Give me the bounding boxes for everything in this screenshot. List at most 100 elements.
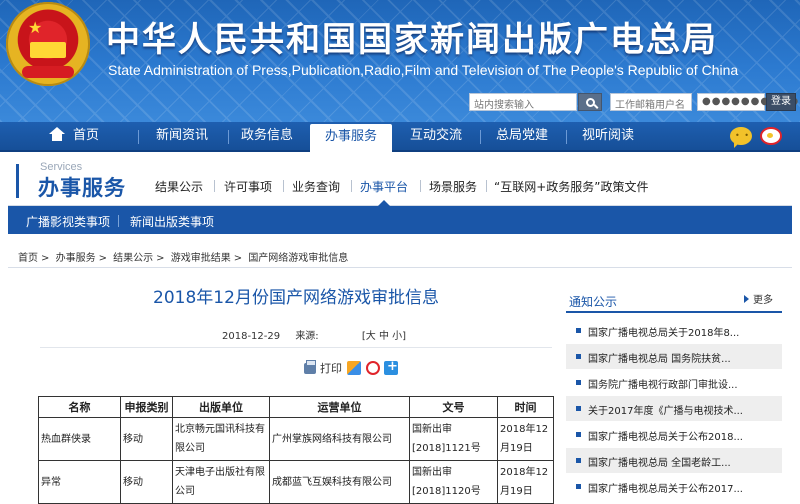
- notice-item[interactable]: 国家广播电视总局 国务院扶贫...: [566, 344, 782, 369]
- share-more-icon[interactable]: [384, 359, 398, 375]
- breadcrumb-services[interactable]: 办事服务: [56, 253, 96, 264]
- print-button[interactable]: 打印: [304, 360, 342, 376]
- search-button[interactable]: [578, 93, 602, 111]
- nav-item-news[interactable]: 新闻资讯: [146, 122, 218, 150]
- table-header-row: 名称 申报类别 出版单位 运营单位 文号 时间: [38, 396, 554, 418]
- site-title-cn: 中华人民共和国国家新闻出版广电总局: [106, 20, 718, 60]
- article-title: 2018年12月份国产网络游戏审批信息: [153, 288, 439, 308]
- username-input[interactable]: 工作邮箱用户名: [610, 93, 692, 111]
- national-emblem-icon: ★: [6, 2, 90, 86]
- sub-divider: [351, 180, 352, 192]
- notice-item-label: 关于2017年度《广播与电视技术...: [588, 406, 743, 417]
- column-header-name: 名称: [38, 396, 121, 418]
- sub-divider: [214, 180, 215, 192]
- nav-item-home[interactable]: 首页: [34, 122, 114, 150]
- article-meta: 2018-12-29 来源: [大 中 小]: [222, 327, 406, 342]
- notice-item[interactable]: 国务院广播电视行政部门审批设...: [566, 370, 782, 395]
- sub-link-scenarios[interactable]: 场景服务: [429, 178, 477, 195]
- nav-item-interaction[interactable]: 互动交流: [400, 122, 472, 150]
- category-press[interactable]: 新闻出版类事项: [130, 213, 214, 230]
- main-nav: 首页 新闻资讯 政务信息 办事服务 互动交流 总局党建 视听阅读: [0, 122, 800, 152]
- emblem-gate: [30, 42, 66, 58]
- cell-date: 2018年12月19日: [497, 460, 554, 504]
- column-header-operator: 运营单位: [269, 396, 410, 418]
- table-row: 异常 移动 天津电子出版社有限公司 成都蓝飞互娱科技有限公司 国新出审[2018…: [38, 460, 554, 504]
- printer-icon: [304, 360, 316, 374]
- meta-divider: [40, 347, 552, 348]
- notice-item[interactable]: 国家广播电视总局关于2018年8...: [566, 318, 782, 343]
- notice-item[interactable]: 关于2017年度《广播与电视技术...: [566, 396, 782, 421]
- category-divider: [118, 215, 119, 227]
- share-weibo-icon[interactable]: [366, 361, 380, 375]
- cell-name: 热血群侠录: [38, 417, 121, 461]
- category-broadcast[interactable]: 广播影视类事项: [26, 213, 110, 230]
- notice-item[interactable]: 国家广播电视总局关于公布2017...: [566, 474, 782, 499]
- notice-item-label: 国家广播电视总局关于2018年8...: [588, 328, 740, 339]
- search-icon: [585, 97, 595, 107]
- table-row: 热血群侠录 移动 北京畅元国讯科技有限公司 广州掌族网络科技有限公司 国新出审[…: [38, 417, 554, 461]
- more-arrow-icon: [744, 295, 749, 303]
- nav-divider: [566, 130, 567, 144]
- cell-name: 异常: [38, 460, 121, 504]
- login-button[interactable]: 登录: [766, 93, 796, 111]
- bullet-icon: [576, 484, 581, 489]
- notice-item[interactable]: 国家广播电视总局 全国老龄工...: [566, 448, 782, 473]
- notice-item-label: 国家广播电视总局关于公布2018...: [588, 432, 743, 443]
- nav-item-media[interactable]: 视听阅读: [572, 122, 644, 150]
- nav-item-government[interactable]: 政务信息: [232, 122, 302, 150]
- breadcrumb-separator: >: [233, 253, 243, 264]
- sub-link-policy-docs[interactable]: “互联网+政务服务”政策文件: [494, 178, 649, 195]
- sub-link-results[interactable]: 结果公示: [155, 178, 203, 195]
- breadcrumb-game-results[interactable]: 游戏审批结果: [171, 253, 231, 264]
- password-input[interactable]: ●●●●●●●●●●: [697, 93, 798, 111]
- services-label-cn: 办事服务: [38, 176, 126, 200]
- sub-link-licenses[interactable]: 许可事项: [224, 178, 272, 195]
- bullet-icon: [576, 380, 581, 385]
- nav-item-party[interactable]: 总局党建: [486, 122, 558, 150]
- nav-divider: [480, 130, 481, 144]
- cell-operator: 广州掌族网络科技有限公司: [269, 417, 410, 461]
- font-size-switch[interactable]: [大 中 小]: [362, 331, 406, 342]
- cell-operator: 成都蓝飞互娱科技有限公司: [269, 460, 410, 504]
- share-qzone-icon[interactable]: [347, 361, 361, 375]
- column-header-doc-number: 文号: [409, 396, 498, 418]
- site-search-input[interactable]: 站内搜索输入: [469, 93, 577, 111]
- article-date: 2018-12-29: [222, 331, 281, 342]
- cell-date: 2018年12月19日: [497, 417, 554, 461]
- cell-doc-number: 国新出审[2018]1121号: [409, 417, 498, 461]
- bullet-icon: [576, 406, 581, 411]
- category-bar: [8, 206, 792, 234]
- print-label: 打印: [320, 362, 342, 375]
- weibo-icon[interactable]: [760, 127, 782, 145]
- bullet-icon: [576, 458, 581, 463]
- notice-item-label: 国务院广播电视行政部门审批设...: [588, 380, 738, 391]
- sub-divider: [486, 180, 487, 192]
- emblem-stars: ★: [28, 18, 43, 37]
- cell-category: 移动: [120, 460, 173, 504]
- cell-publisher: 北京畅元国讯科技有限公司: [172, 417, 270, 461]
- sub-link-platform[interactable]: 办事平台: [360, 178, 408, 195]
- nav-item-services[interactable]: 办事服务: [310, 124, 392, 152]
- site-title-en: State Administration of Press,Publicatio…: [108, 62, 739, 78]
- wechat-icon[interactable]: • •: [730, 127, 752, 148]
- breadcrumb-results[interactable]: 结果公示: [113, 253, 153, 264]
- bullet-icon: [576, 354, 581, 359]
- emblem-ribbon: [22, 66, 74, 78]
- breadcrumb-home[interactable]: 首页: [18, 253, 38, 264]
- notice-item-label: 国家广播电视总局 国务院扶贫...: [588, 354, 731, 365]
- breadcrumb: 首页 > 办事服务 > 结果公示 > 游戏审批结果 > 国产网络游戏审批信息: [8, 244, 792, 268]
- bullet-icon: [576, 432, 581, 437]
- cell-category: 移动: [120, 417, 173, 461]
- services-accent-bar: [16, 164, 19, 198]
- notice-more-link[interactable]: 更多: [744, 291, 773, 306]
- notice-item-label: 国家广播电视总局 全国老龄工...: [588, 458, 731, 469]
- breadcrumb-separator: >: [156, 253, 165, 264]
- notice-item[interactable]: 国家广播电视总局关于公布2018...: [566, 422, 782, 447]
- more-label: 更多: [753, 295, 773, 306]
- game-approval-table: 名称 申报类别 出版单位 运营单位 文号 时间 热血群侠录 移动 北京畅元国讯科…: [38, 396, 554, 504]
- breadcrumb-current[interactable]: 国产网络游戏审批信息: [248, 253, 348, 264]
- sub-divider: [420, 180, 421, 192]
- nav-item-label: 首页: [72, 128, 99, 143]
- sub-link-query[interactable]: 业务查询: [292, 178, 340, 195]
- column-header-category: 申报类别: [120, 396, 173, 418]
